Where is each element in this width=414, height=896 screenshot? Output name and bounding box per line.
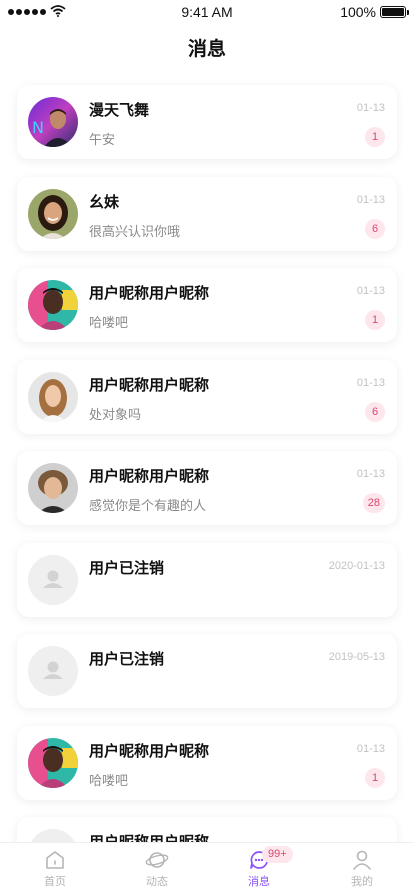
tab-profile[interactable]: 我的 xyxy=(332,849,392,895)
conversation-item[interactable]: 用户昵称用户昵称 哈喽吧 01-13 1 xyxy=(17,268,397,342)
conversation-name: 用户已注销 xyxy=(89,650,165,668)
tab-bar: 首页 动态 消息 我的 xyxy=(0,842,414,896)
conversation-message: 哈喽吧 xyxy=(89,773,129,789)
conversation-item[interactable]: 用户已注销 2019-05-13 xyxy=(17,634,397,708)
conversation-date: 01-13 xyxy=(356,102,385,114)
conversation-date: 2020-01-13 xyxy=(328,559,385,572)
user-placeholder-icon xyxy=(28,646,78,696)
conversation-item[interactable]: 用户昵称用户昵称 感觉你是个有趣的人 01-13 28 xyxy=(17,451,397,525)
tab-label: 我的 xyxy=(351,875,373,888)
avatar-placeholder[interactable] xyxy=(28,554,78,605)
conversation-name: 用户昵称用户昵称 xyxy=(89,375,210,394)
conversation-message: 哈喽吧 xyxy=(89,316,129,331)
conversation-message: 很高兴认识你哦 xyxy=(89,224,181,240)
conversation-message: 感觉你是个有趣的人 xyxy=(89,499,207,514)
page-title: 消息 xyxy=(187,38,226,60)
svg-text:N: N xyxy=(32,118,44,137)
conversation-date: 2019-05-13 xyxy=(328,651,385,663)
avatar[interactable] xyxy=(28,188,78,239)
profile-icon xyxy=(353,850,371,870)
avatar[interactable] xyxy=(28,280,78,330)
unread-badge: 28 xyxy=(362,493,385,513)
conversation-item[interactable]: 用户已注销 2020-01-13 xyxy=(17,542,397,617)
planet-icon xyxy=(145,852,169,868)
conversation-item[interactable]: 用户昵称用户昵称 哈喽吧 01-13 1 xyxy=(17,725,397,800)
conversation-item[interactable]: 用户昵称用户昵称 处对象吗 01-13 6 xyxy=(17,359,397,434)
conversation-date: 01-13 xyxy=(356,376,385,389)
battery-icon xyxy=(380,6,409,18)
tab-label: 动态 xyxy=(146,875,168,888)
unread-badge: 1 xyxy=(365,767,385,788)
home-icon xyxy=(46,851,64,869)
tab-home[interactable]: 首页 xyxy=(25,849,85,895)
conversation-item[interactable]: 幺妹 很高兴认识你哦 01-13 6 xyxy=(17,176,397,251)
avatar[interactable] xyxy=(28,463,78,513)
unread-badge: 1 xyxy=(365,310,385,330)
user-placeholder-icon xyxy=(28,554,78,605)
tab-label: 消息 xyxy=(248,875,270,888)
conversation-list: N 漫天飞舞 午安 01-13 1 幺妹 很高兴认识你哦 01-13 6 用户昵… xyxy=(17,85,397,896)
battery-percent: 100% xyxy=(340,4,376,20)
avatar[interactable] xyxy=(28,371,78,422)
conversation-date: 01-13 xyxy=(356,468,385,480)
conversation-date: 01-13 xyxy=(356,285,385,297)
avatar-placeholder[interactable] xyxy=(28,646,78,696)
conversation-name: 用户昵称用户昵称 xyxy=(89,467,210,485)
conversation-date: 01-13 xyxy=(356,193,385,206)
conversation-message: 午安 xyxy=(89,133,116,148)
tab-label: 首页 xyxy=(44,875,66,888)
conversation-name: 用户已注销 xyxy=(89,558,165,577)
conversation-date: 01-13 xyxy=(356,742,385,755)
conversation-name: 用户昵称用户昵称 xyxy=(89,284,210,302)
unread-badge: 6 xyxy=(365,401,385,422)
conversation-name: 用户昵称用户昵称 xyxy=(89,741,210,760)
tab-moments[interactable]: 动态 xyxy=(127,849,187,895)
tab-messages-badge: 99+ xyxy=(262,846,293,863)
status-bar: 9:41 AM 100% xyxy=(0,0,414,24)
avatar[interactable]: N xyxy=(28,97,78,147)
unread-badge: 6 xyxy=(365,218,385,239)
conversation-item[interactable]: N 漫天飞舞 午安 01-13 1 xyxy=(17,85,397,159)
avatar[interactable] xyxy=(28,737,78,788)
conversation-message: 处对象吗 xyxy=(89,407,142,423)
conversation-name: 幺妹 xyxy=(89,192,120,211)
unread-badge: 1 xyxy=(365,127,385,147)
conversation-name: 漫天飞舞 xyxy=(89,101,150,119)
